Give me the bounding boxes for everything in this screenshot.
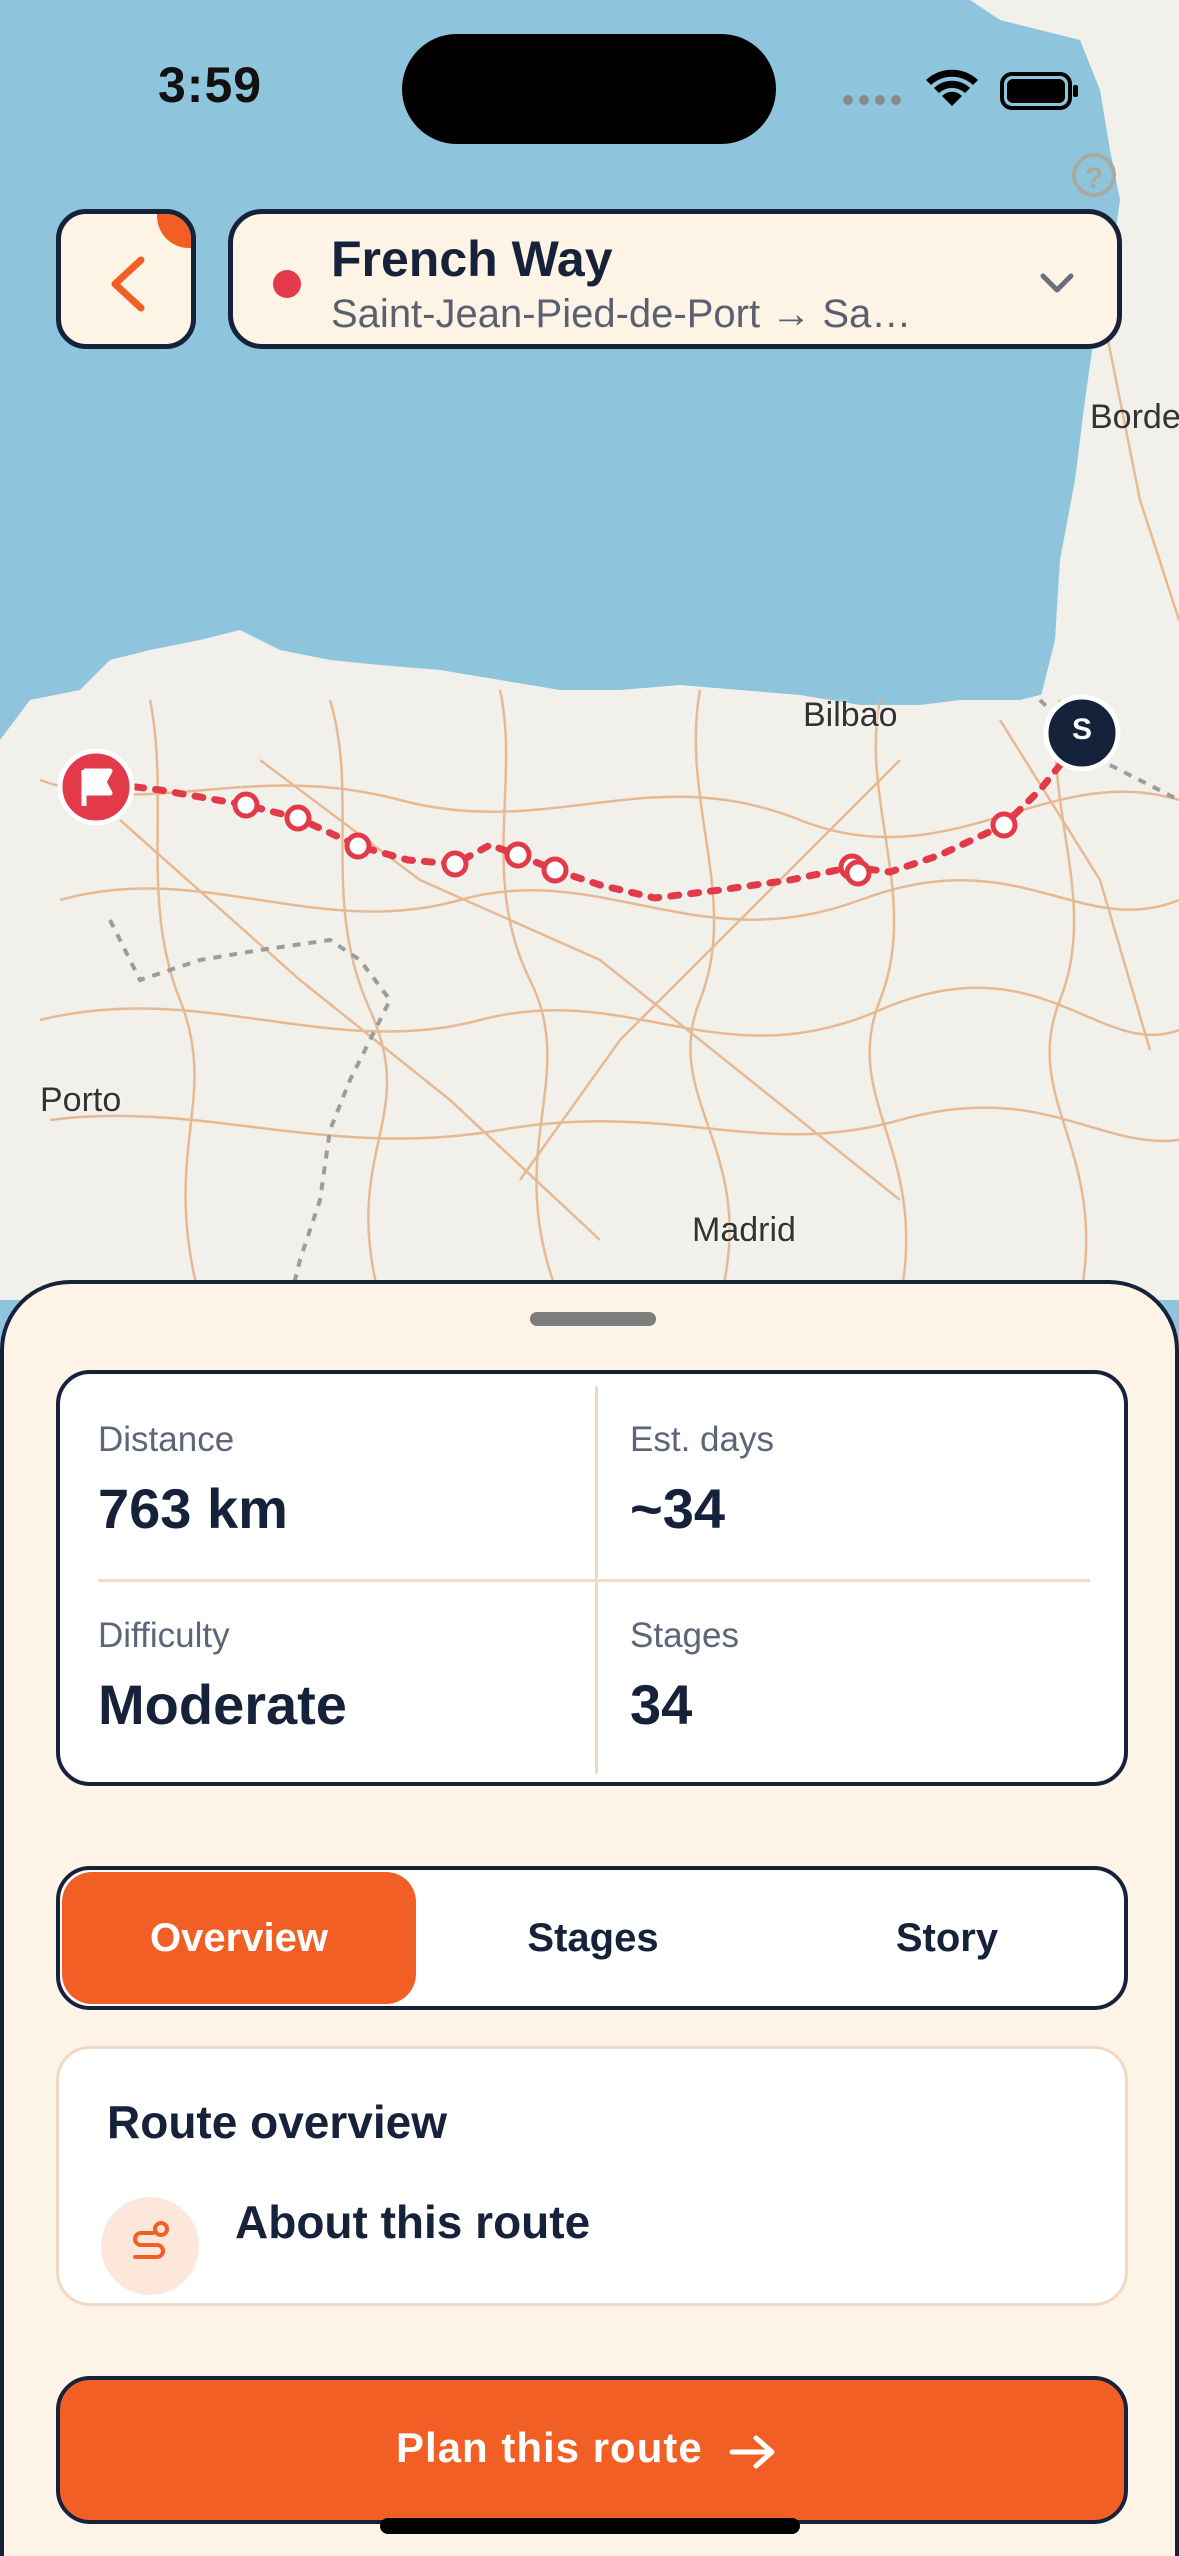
help-icon[interactable]: ?	[1072, 153, 1116, 197]
tab-story[interactable]: Story	[770, 1870, 1124, 2006]
route-selector[interactable]: French Way Saint-Jean-Pied-de-Port → Sa…	[228, 209, 1122, 349]
stat-stages-value: 34	[630, 1673, 693, 1736]
route-color-dot	[273, 270, 301, 298]
stat-days-label: Est. days	[630, 1420, 774, 1459]
route-title: French Way	[331, 231, 613, 287]
map-label-porto: Porto	[40, 1081, 122, 1119]
back-button[interactable]	[56, 209, 196, 349]
start-marker-label: S	[1071, 713, 1092, 746]
stat-stages: Stages 34	[630, 1616, 739, 1737]
plan-route-button[interactable]: Plan this route	[56, 2376, 1128, 2524]
map-view[interactable]	[0, 0, 1179, 1300]
stat-difficulty: Difficulty Moderate	[98, 1616, 347, 1737]
map-label-bordeaux: Borde	[1090, 398, 1179, 436]
route-stats-card: Distance 763 km Est. days ~34 Difficulty…	[56, 1370, 1128, 1786]
stat-days-value: ~34	[630, 1477, 725, 1540]
stat-distance-value: 763 km	[98, 1477, 288, 1540]
tab-stages[interactable]: Stages	[416, 1870, 770, 2006]
stat-distance-label: Distance	[98, 1420, 235, 1459]
dynamic-island	[402, 34, 776, 144]
stat-difficulty-label: Difficulty	[98, 1616, 230, 1655]
about-route-title: About this route	[235, 2196, 591, 2248]
battery-icon	[1000, 72, 1078, 110]
stat-stages-label: Stages	[630, 1616, 739, 1655]
plan-route-label: Plan this route	[396, 2424, 703, 2471]
status-time: 3:59	[158, 57, 263, 113]
arrow-right-icon	[729, 2435, 775, 2469]
chevron-left-icon	[111, 256, 145, 312]
route-overview-card: Route overview About this route	[56, 2046, 1128, 2306]
stat-distance: Distance 763 km	[98, 1420, 288, 1541]
chevron-down-icon	[1040, 273, 1074, 293]
stat-days: Est. days ~34	[630, 1420, 774, 1541]
route-icon	[101, 2197, 199, 2295]
sheet-grabber[interactable]	[530, 1312, 656, 1326]
cellular-icon	[843, 95, 901, 105]
home-indicator[interactable]	[380, 2518, 800, 2534]
status-icons	[843, 69, 1078, 110]
overview-title: Route overview	[107, 2096, 447, 2148]
segmented-tabs: Overview Stages Story	[56, 1866, 1128, 2010]
route-subtitle: Saint-Jean-Pied-de-Port → Sa…	[331, 292, 912, 336]
route-detail-sheet: Distance 763 km Est. days ~34 Difficulty…	[0, 1280, 1179, 2556]
tab-overview[interactable]: Overview	[62, 1872, 416, 2004]
map-label-madrid: Madrid	[692, 1211, 796, 1249]
stat-difficulty-value: Moderate	[98, 1673, 347, 1736]
map-label-bilbao: Bilbao	[803, 696, 898, 734]
wifi-icon	[926, 69, 978, 106]
